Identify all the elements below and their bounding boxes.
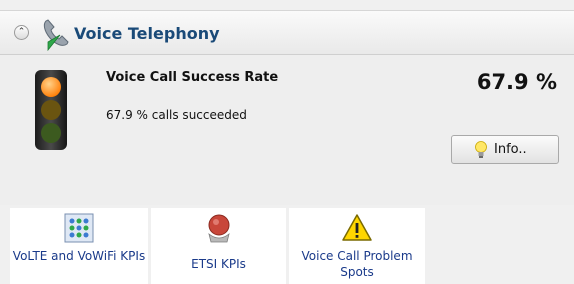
telephone-receiver-icon <box>43 19 69 51</box>
light-bulb-icon <box>475 141 487 158</box>
voice-telephony-panel: ⌃ Voice Telephony Voice Call Success Rat… <box>0 0 574 284</box>
kpi-area: Voice Call Success Rate 67.9 % calls suc… <box>0 55 574 205</box>
info-button[interactable]: Info.. <box>451 135 559 164</box>
info-button-label: Info.. <box>494 142 527 157</box>
tile-bar: VoLTE and VoWiFi KPIs ETSI KPIs Voice Ca… <box>0 208 574 284</box>
tile-label: ETSI KPIs <box>191 257 246 271</box>
grid-icon <box>64 213 94 243</box>
tile-etsi-kpis[interactable]: ETSI KPIs <box>151 208 286 284</box>
traffic-light-icon <box>35 70 67 150</box>
tile-voice-call-problem-spots[interactable]: Voice Call Problem Spots <box>289 208 425 284</box>
panel-header: ⌃ Voice Telephony <box>0 10 574 55</box>
tile-label: VoLTE and VoWiFi KPIs <box>12 249 146 263</box>
panel-title: Voice Telephony <box>74 24 220 43</box>
kpi-title: Voice Call Success Rate <box>106 70 279 85</box>
double-chevron-up-icon[interactable]: ⌃ <box>14 25 29 40</box>
tile-volte-vowifi-kpis[interactable]: VoLTE and VoWiFi KPIs <box>10 208 148 284</box>
kpi-value: 67.9 % <box>476 70 557 94</box>
tile-label: Voice Call Problem Spots <box>301 249 413 279</box>
etsi-logo-icon <box>208 214 230 243</box>
warning-icon <box>342 214 372 241</box>
kpi-subtitle: 67.9 % calls succeeded <box>106 108 247 122</box>
